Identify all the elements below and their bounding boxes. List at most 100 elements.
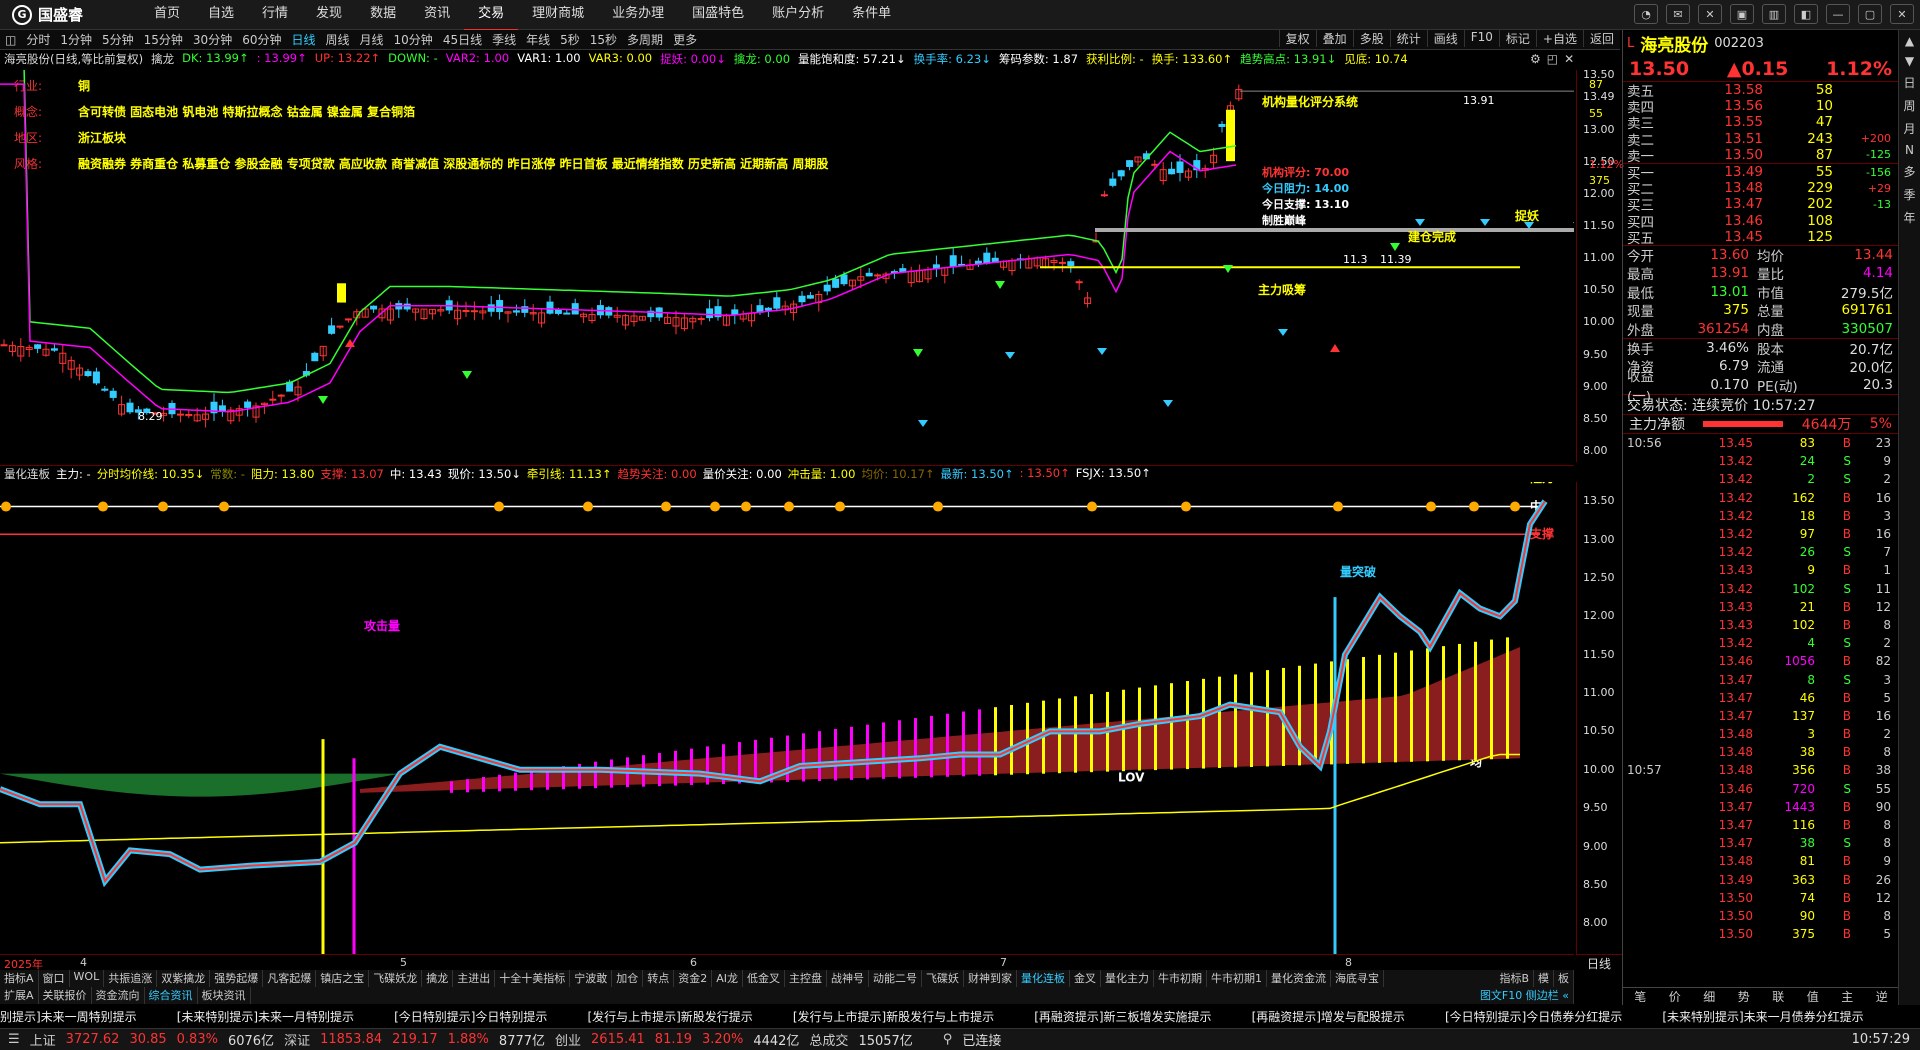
indicator-tab[interactable]: 凡客起爆	[263, 970, 317, 987]
maximize-icon[interactable]: ▢	[1858, 4, 1882, 24]
indicator-tab[interactable]: 财神到家	[964, 970, 1017, 987]
close-icon[interactable]: ✕	[1890, 4, 1914, 24]
side-tool[interactable]: N	[1905, 143, 1914, 157]
indicator-tab[interactable]: 低金叉	[743, 970, 785, 987]
indicator-tab[interactable]: 双紫擒龙	[157, 970, 211, 987]
status-menu-icon[interactable]: ☰	[8, 1032, 20, 1047]
period-tab-14[interactable]: 15秒	[585, 31, 622, 48]
indicator-tab[interactable]: 宁波敢	[570, 970, 613, 987]
link-icon[interactable]: ⚲	[943, 1032, 953, 1047]
indicator-tab[interactable]: 量化主力	[1101, 970, 1154, 987]
index-cy-name[interactable]: 创业	[555, 1030, 581, 1049]
period-tab-11[interactable]: 季线	[487, 31, 521, 48]
indicator-tab[interactable]: 转点	[643, 970, 675, 987]
period-tab-16[interactable]: 更多	[668, 31, 702, 48]
indicator-tab-extra[interactable]: 模	[1534, 970, 1554, 987]
indicator-tab-extra[interactable]: 板	[1554, 970, 1574, 987]
quote-tab[interactable]: 主	[1830, 988, 1865, 1005]
indicator-tab[interactable]: 主进出	[453, 970, 496, 987]
book-row[interactable]: 卖一 13.50 87 -125	[1623, 147, 1898, 165]
period-tab-8[interactable]: 月线	[355, 31, 389, 48]
quote-tab[interactable]: 联	[1761, 988, 1796, 1005]
indicator-tab[interactable]: 牛市初期	[1154, 970, 1207, 987]
side-tool[interactable]: 周	[1903, 97, 1915, 114]
indicator-tab[interactable]: 镇店之宝	[316, 970, 370, 987]
chart-tool-8[interactable]: 返回	[1582, 30, 1620, 47]
chart-tool-1[interactable]: 叠加	[1315, 30, 1353, 47]
indicator-tab[interactable]: 窗口	[39, 970, 70, 987]
indicator-tab[interactable]: 牛市初期1	[1207, 970, 1267, 987]
settings-icon[interactable]: ⚙	[1530, 52, 1541, 66]
settings-icon[interactable]: ▥	[1762, 4, 1786, 24]
nav-item-8[interactable]: 业务办理	[598, 0, 678, 31]
period-tab-5[interactable]: 60分钟	[237, 31, 286, 48]
index-sz-name[interactable]: 深证	[284, 1030, 310, 1049]
indicator-tab[interactable]: 共振追涨	[104, 970, 158, 987]
indicator-tab[interactable]: AI龙	[712, 970, 743, 987]
kline-chart[interactable]: 机构量化评分系统机构评分: 70.00 今日阻力: 14.00 今日支撑: 13.1…	[0, 70, 1574, 462]
nav-item-0[interactable]: 首页	[140, 0, 194, 31]
close-panel-icon[interactable]: ✕	[1698, 4, 1722, 24]
chart-tool-4[interactable]: 画线	[1426, 30, 1464, 47]
minimize-icon[interactable]: —	[1826, 4, 1850, 24]
ticker-item[interactable]: 别提示]未来一周特别提示	[0, 1008, 137, 1025]
indicator-tab[interactable]: 量化资金流	[1267, 970, 1331, 987]
side-tool[interactable]: 月	[1903, 120, 1915, 137]
sub-tab[interactable]: 综合资讯	[145, 987, 198, 1004]
ticker-item[interactable]: [再融资提示]新三板增发实施提示	[1034, 1008, 1211, 1025]
period-tab-3[interactable]: 15分钟	[139, 31, 188, 48]
index-sh-name[interactable]: 上证	[30, 1030, 56, 1049]
sub-tab[interactable]: 关联报价	[39, 987, 92, 1004]
book-row[interactable]: 买五 13.45 125	[1623, 229, 1898, 247]
brand-logo[interactable]: G 国盛睿	[0, 4, 140, 25]
indicator-tab[interactable]: 资金2	[674, 970, 713, 987]
chart-tool-7[interactable]: +自选	[1535, 30, 1583, 47]
indicator-tab[interactable]: 擒龙	[422, 970, 454, 987]
mail-icon[interactable]: ✉	[1666, 4, 1690, 24]
quote-tab[interactable]: 价	[1658, 988, 1693, 1005]
nav-item-5[interactable]: 资讯	[410, 0, 464, 31]
chart-tool-3[interactable]: 统计	[1389, 30, 1427, 47]
indicator-tab[interactable]: 强势起爆	[210, 970, 264, 987]
ticker-item[interactable]: [发行与上市提示]新股发行与上市提示	[793, 1008, 994, 1025]
chart-tool-6[interactable]: 标记	[1498, 30, 1536, 47]
layout-toggle-icon[interactable]: ◫	[0, 33, 21, 47]
ticker-item[interactable]: [今日特别提示]今日债券分红提示	[1445, 1008, 1622, 1025]
nav-item-1[interactable]: 自选	[194, 0, 248, 31]
side-tool[interactable]: 日	[1903, 74, 1915, 91]
ticker-item[interactable]: [未来特别提示]未来一月债券分红提示	[1662, 1008, 1863, 1025]
nav-item-10[interactable]: 账户分析	[758, 0, 838, 31]
nav-item-7[interactable]: 理财商城	[518, 0, 598, 31]
nav-item-11[interactable]: 条件单	[838, 0, 905, 31]
period-tab-0[interactable]: 分时	[21, 31, 55, 48]
quote-tab[interactable]: 值	[1796, 988, 1831, 1005]
sub-tab[interactable]: 资金流向	[92, 987, 145, 1004]
indicator-tab[interactable]: 飞碟妖龙	[369, 970, 423, 987]
nav-item-4[interactable]: 数据	[356, 0, 410, 31]
quote-tab[interactable]: 逆	[1865, 988, 1900, 1005]
message-icon[interactable]: ◔	[1634, 4, 1658, 24]
period-tab-15[interactable]: 多周期	[622, 31, 668, 48]
ticker-item[interactable]: [今日特别提示]今日特别提示	[394, 1008, 547, 1025]
side-tool[interactable]: ▲	[1905, 34, 1914, 48]
indicator-tab[interactable]: 十全十美指标	[495, 970, 571, 987]
period-tab-10[interactable]: 45日线	[438, 31, 487, 48]
ticker-item[interactable]: [再融资提示]增发与配股提示	[1252, 1008, 1405, 1025]
side-tool[interactable]: 年	[1903, 209, 1915, 226]
sub-tab[interactable]: 扩展A	[0, 987, 39, 1004]
period-tab-12[interactable]: 年线	[521, 31, 555, 48]
nav-item-6[interactable]: 交易	[464, 0, 519, 31]
period-tab-6[interactable]: 日线	[286, 31, 320, 48]
stock-name[interactable]: 海亮股份	[1640, 31, 1708, 56]
indicator-tab[interactable]: 海底寻宝	[1331, 970, 1384, 987]
indicator-tab[interactable]: WOL	[70, 970, 105, 987]
period-tab-13[interactable]: 5秒	[555, 31, 585, 48]
quant-indicator-chart[interactable]: 阻力中支撑攻击量量突破LOV均	[0, 482, 1574, 954]
account-icon[interactable]: ▣	[1730, 4, 1754, 24]
chart-tool-0[interactable]: 复权	[1278, 30, 1316, 47]
chart-tool-2[interactable]: 多股	[1352, 30, 1390, 47]
tick-list[interactable]: 10:56 13.45 83 B 23 13.42 24 S 9 13.42 2 S 2 13.42 162…	[1623, 434, 1898, 943]
expand-icon[interactable]: ◰	[1547, 52, 1558, 66]
period-tab-1[interactable]: 1分钟	[55, 31, 97, 48]
nav-item-2[interactable]: 行情	[248, 0, 302, 31]
